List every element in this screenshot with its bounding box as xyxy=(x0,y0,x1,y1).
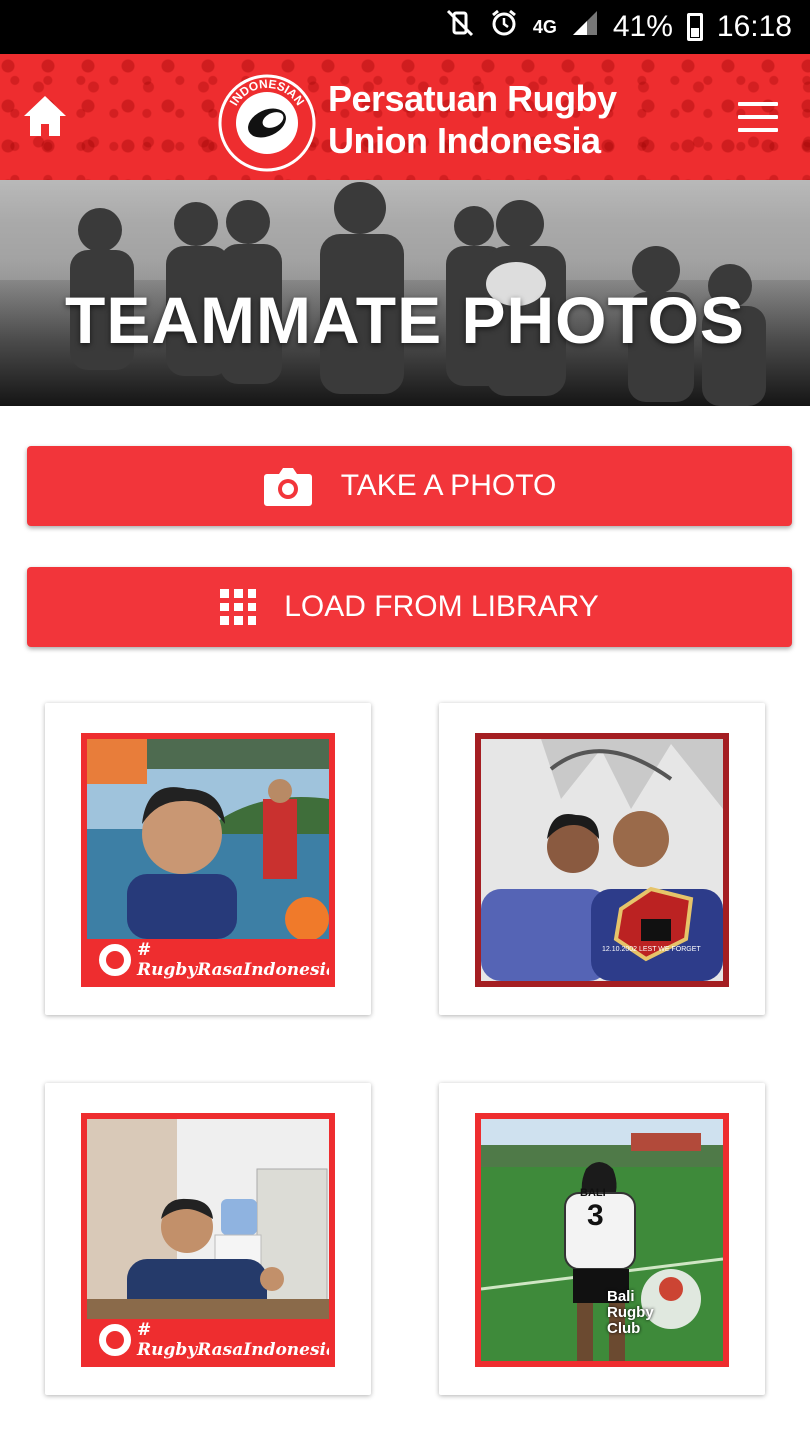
network-type: 4G xyxy=(532,17,557,37)
brand-line-2: Union Indonesia xyxy=(328,120,601,161)
mini-logo-icon xyxy=(99,1324,131,1356)
club-line-2: Rugby xyxy=(607,1304,654,1321)
camera-icon xyxy=(263,464,313,508)
hashtag-bar: # RugbyRasaIndonesia xyxy=(87,939,329,981)
clock: 16:18 xyxy=(716,10,792,43)
status-bar: 4G 41% 16:18 xyxy=(0,0,810,54)
hashtag-text: # RugbyRasaIndonesia xyxy=(137,940,335,980)
signal-icon xyxy=(571,9,599,45)
photo-thumbnail: BALI 3 Bali Rugby Club xyxy=(475,1113,729,1367)
mute-vibrate-icon xyxy=(445,8,475,46)
club-line-3: Club xyxy=(607,1320,641,1337)
alarm-icon xyxy=(489,8,519,46)
battery-percent: 41% xyxy=(612,10,673,43)
battery-icon xyxy=(686,13,703,41)
club-watermark: Bali Rugby Club xyxy=(607,1289,654,1337)
photo-thumbnail: 12.10.2002 LEST WE FORGET xyxy=(475,733,729,987)
jersey-name: BALI xyxy=(580,1187,606,1199)
photo-card[interactable]: # RugbyRasaIndonesia xyxy=(45,703,371,1015)
take-photo-button[interactable]: TAKE A PHOTO xyxy=(27,446,792,526)
brand-line-1: Persatuan Rugby xyxy=(328,78,617,119)
photo-thumbnail: # RugbyRasaIndonesia xyxy=(81,1113,335,1367)
grid-icon xyxy=(220,589,257,625)
photo-card[interactable]: 12.10.2002 LEST WE FORGET xyxy=(439,703,765,1015)
jersey-number: 3 xyxy=(587,1199,604,1232)
photo-thumbnail: # RugbyRasaIndonesia xyxy=(81,733,335,987)
rugby-union-logo: INDONESIAN RUGBY xyxy=(218,74,316,172)
mini-logo-icon xyxy=(99,944,131,976)
photo-card[interactable]: BALI 3 Bali Rugby Club xyxy=(439,1083,765,1395)
page-title: TEAMMATE PHOTOS xyxy=(65,283,745,357)
club-line-1: Bali xyxy=(607,1288,635,1305)
hashtag-bar: # RugbyRasaIndonesia xyxy=(87,1319,329,1361)
brand-title: Persatuan Rugby Union Indonesia xyxy=(328,78,617,162)
load-from-library-button[interactable]: LOAD FROM LIBRARY xyxy=(27,567,792,647)
hamburger-menu-icon[interactable] xyxy=(738,102,778,132)
hero-banner: TEAMMATE PHOTOS xyxy=(0,180,810,406)
badge-caption: 12.10.2002 LEST WE FORGET xyxy=(602,946,701,953)
take-photo-label: TAKE A PHOTO xyxy=(340,469,557,502)
app-header: INDONESIAN RUGBY Persatuan Rugby Union I… xyxy=(0,54,810,180)
hashtag-text: # RugbyRasaIndonesia xyxy=(137,1320,335,1360)
photo-card[interactable]: # RugbyRasaIndonesia xyxy=(45,1083,371,1395)
load-library-label: LOAD FROM LIBRARY xyxy=(284,590,599,623)
home-icon[interactable] xyxy=(22,94,68,138)
